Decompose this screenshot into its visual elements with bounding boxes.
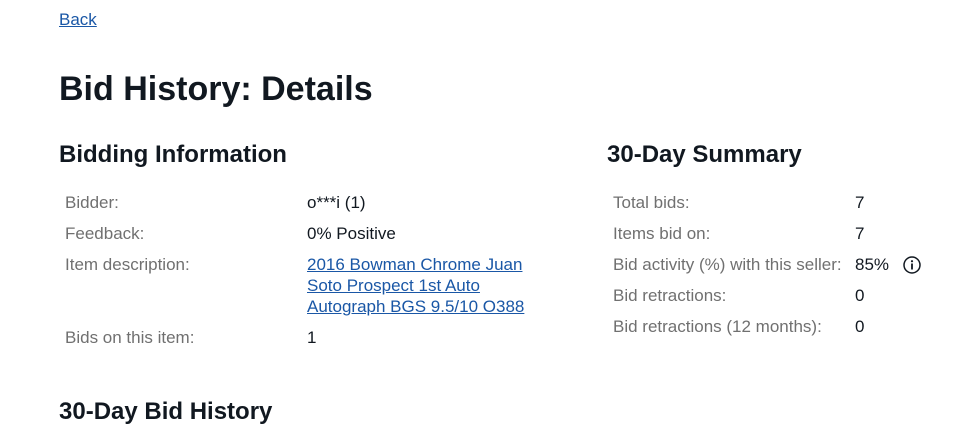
items-bid-on-row: Items bid on: 7 xyxy=(613,223,921,254)
bidding-information-heading: Bidding Information xyxy=(59,141,287,168)
bid-activity-value: 85% xyxy=(855,255,890,274)
bid-retractions-value: 0 xyxy=(855,286,865,305)
bidding-information-table: Bidder: o***i (1) Feedback: 0% Positive … xyxy=(65,192,547,348)
total-bids-label: Total bids: xyxy=(613,193,690,212)
bidder-value: o***i (1) xyxy=(307,193,366,212)
thirty-day-summary-heading: 30-Day Summary xyxy=(607,141,802,168)
bid-retractions-label: Bid retractions: xyxy=(613,286,727,305)
bid-activity-row: Bid activity (%) with this seller: 85% xyxy=(613,254,921,285)
item-description-link[interactable]: 2016 Bowman Chrome Juan Soto Prospect 1s… xyxy=(307,254,542,317)
feedback-value: 0% Positive xyxy=(307,224,396,243)
feedback-row: Feedback: 0% Positive xyxy=(65,223,547,254)
thirty-day-bid-history-heading: 30-Day Bid History xyxy=(59,398,273,425)
item-description-cell: 2016 Bowman Chrome Juan Soto Prospect 1s… xyxy=(307,254,547,327)
bid-retractions-row: Bid retractions: 0 xyxy=(613,285,921,316)
bid-retractions-12m-label: Bid retractions (12 months): xyxy=(613,317,822,336)
item-description-row: Item description: 2016 Bowman Chrome Jua… xyxy=(65,254,547,327)
total-bids-row: Total bids: 7 xyxy=(613,192,921,223)
bids-on-item-row: Bids on this item: 1 xyxy=(65,327,547,348)
thirty-day-summary-table: Total bids: 7 Items bid on: 7 Bid activi… xyxy=(613,192,921,337)
bids-on-item-label: Bids on this item: xyxy=(65,328,195,347)
info-icon[interactable] xyxy=(903,256,921,274)
page: Back Bid History: Details Bidding Inform… xyxy=(0,0,969,445)
items-bid-on-value: 7 xyxy=(855,224,865,243)
bid-retractions-12m-value: 0 xyxy=(855,317,865,336)
back-link[interactable]: Back xyxy=(59,10,97,30)
items-bid-on-label: Items bid on: xyxy=(613,224,711,243)
feedback-label: Feedback: xyxy=(65,224,145,243)
item-description-label: Item description: xyxy=(65,255,190,274)
bidder-label: Bidder: xyxy=(65,193,119,212)
bidder-row: Bidder: o***i (1) xyxy=(65,192,547,223)
bid-retractions-12m-row: Bid retractions (12 months): 0 xyxy=(613,316,921,337)
bid-activity-label: Bid activity (%) with this seller: xyxy=(613,255,842,274)
page-title: Bid History: Details xyxy=(59,70,373,108)
bids-on-item-value: 1 xyxy=(307,328,317,347)
total-bids-value: 7 xyxy=(855,193,865,212)
